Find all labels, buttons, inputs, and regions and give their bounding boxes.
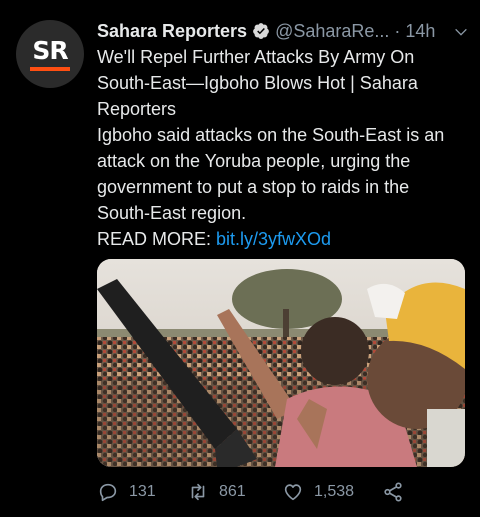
avatar[interactable]: SR: [16, 20, 84, 88]
share-icon: [384, 482, 402, 502]
like-count: 1,538: [314, 483, 355, 500]
retweet-count: 861: [219, 483, 246, 500]
share-button[interactable]: [382, 481, 414, 503]
chevron-down-icon[interactable]: [453, 24, 469, 40]
verified-badge-icon: [253, 23, 269, 39]
heart-icon: [284, 484, 302, 501]
article-link[interactable]: bit.ly/3yfwXOd: [216, 229, 331, 249]
user-handle[interactable]: @SaharaRe...: [275, 21, 389, 42]
tweet-text: We'll Repel Further Attacks By Army On S…: [97, 44, 467, 252]
reply-count: 131: [129, 483, 156, 500]
retweet-icon: [191, 483, 205, 501]
display-name[interactable]: Sahara Reporters: [97, 21, 247, 42]
tweet-summary: Igboho said attacks on the South-East is…: [97, 125, 445, 223]
tweet-actions: 131 861 1,538: [97, 479, 417, 505]
reply-icon: [99, 483, 117, 502]
tweet-time[interactable]: 14h: [405, 21, 435, 42]
tweet[interactable]: SR Sahara Reporters @SaharaRe... · 14h W…: [0, 0, 480, 517]
like-button[interactable]: 1,538: [282, 481, 382, 503]
read-more-line: READ MORE: bit.ly/3yfwXOd: [97, 226, 467, 252]
tweet-content: Sahara Reporters @SaharaRe... · 14h We'l…: [97, 18, 467, 252]
separator-dot: ·: [394, 20, 401, 41]
tweet-header: Sahara Reporters @SaharaRe... · 14h: [97, 18, 467, 44]
read-more-label: READ MORE:: [97, 229, 212, 249]
tweet-headline: We'll Repel Further Attacks By Army On S…: [97, 47, 418, 119]
crowd-photo: [97, 259, 465, 467]
reply-button[interactable]: 131: [97, 481, 187, 503]
avatar-logo-bar: [30, 66, 70, 71]
retweet-button[interactable]: 861: [187, 481, 282, 503]
avatar-logo-text: SR: [32, 35, 68, 65]
tweet-image[interactable]: [97, 259, 465, 467]
